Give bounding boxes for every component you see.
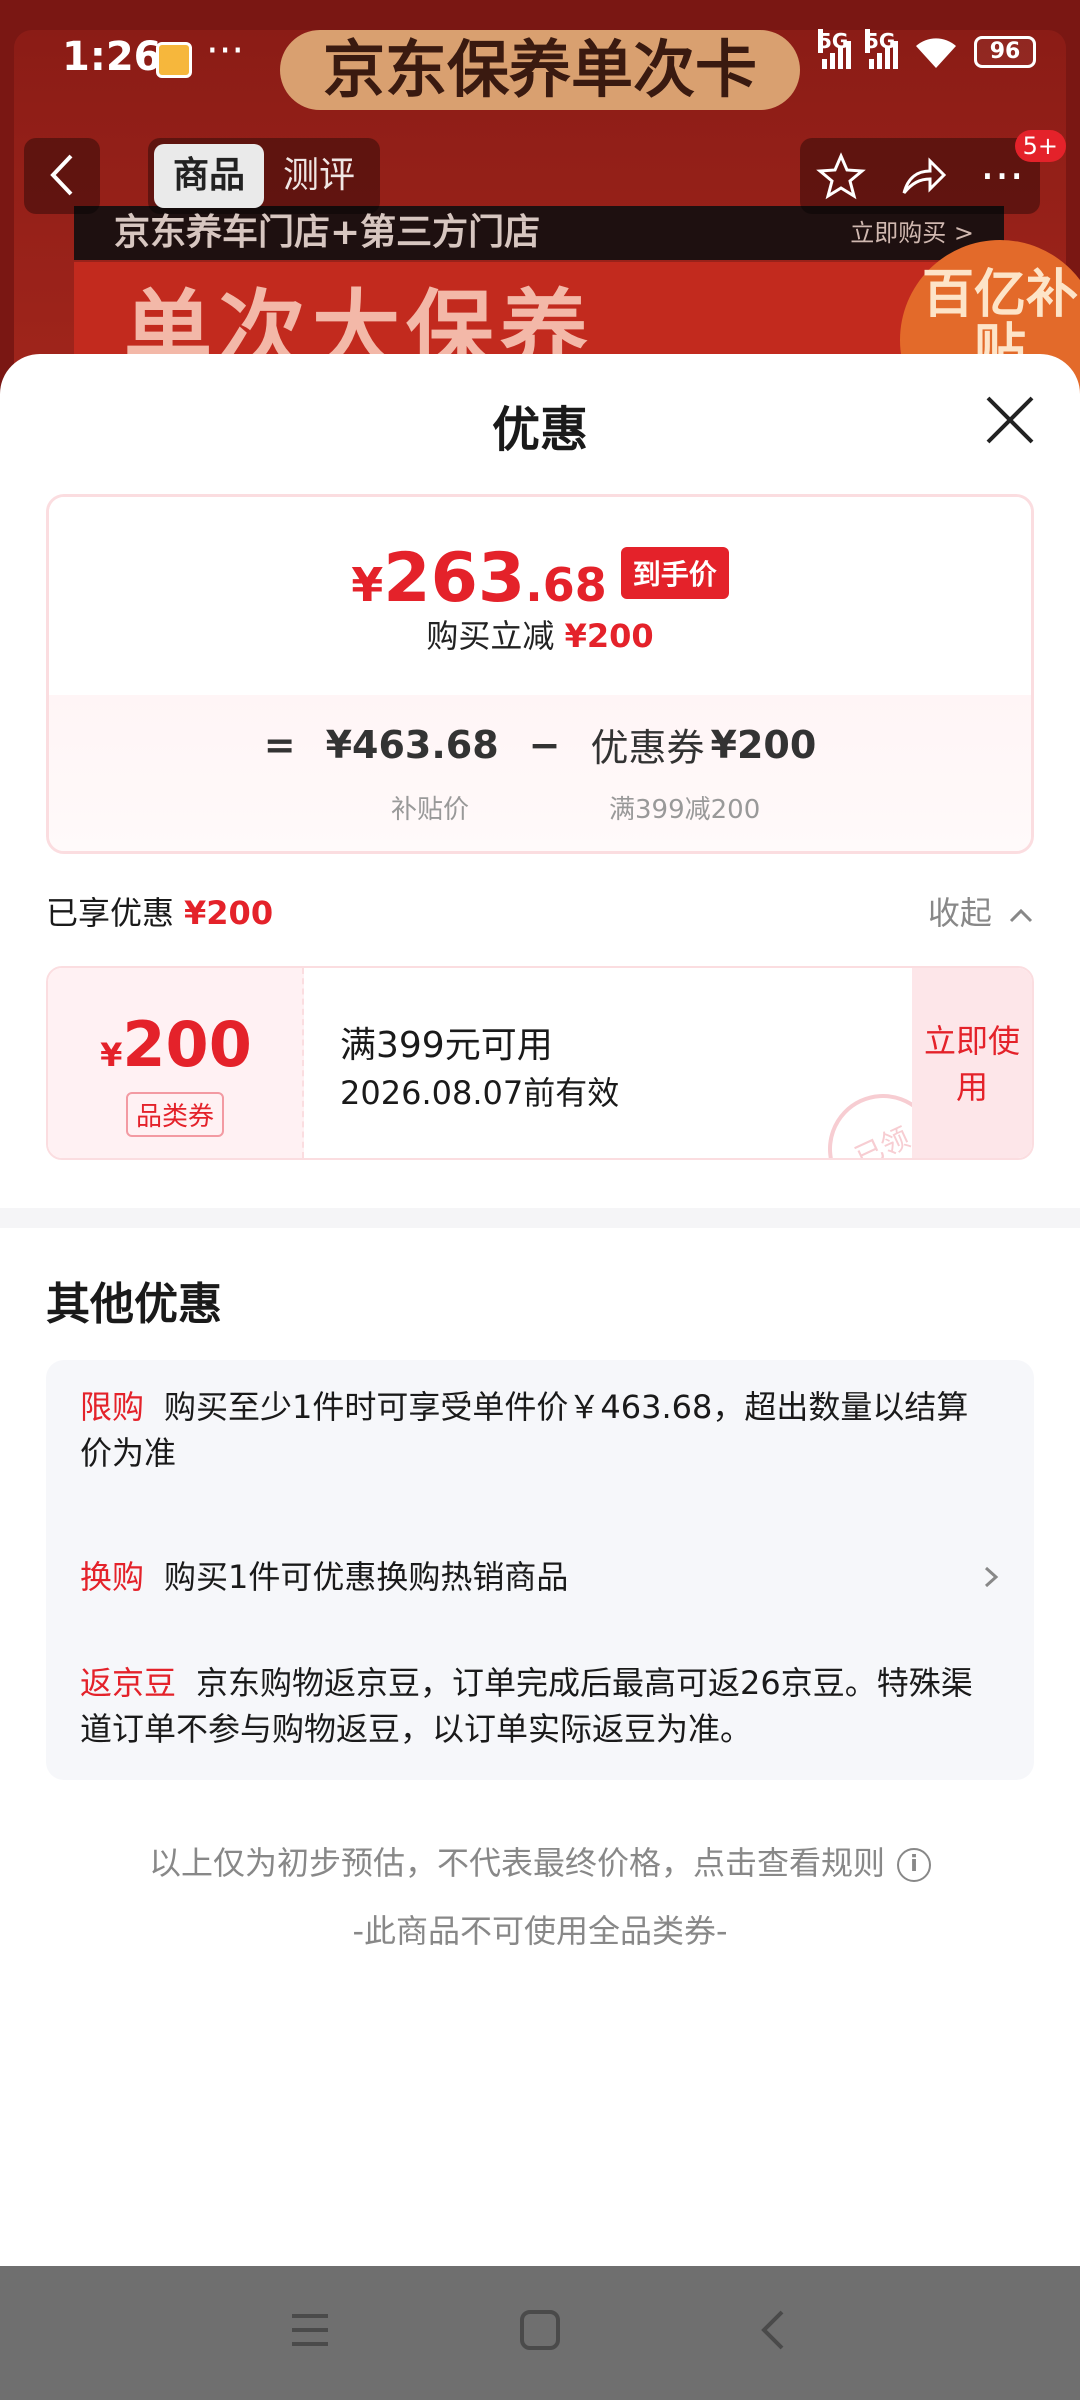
coupon-value: ¥200 [48,1008,304,1081]
product-top-nav: 商品 测评 ··· 5+ [0,130,1080,214]
product-tabs: 商品 测评 [148,138,380,214]
final-price-decimal: .68 [525,558,607,612]
coupon-validity: 2026.08.07前有效 [340,1074,620,1112]
final-price-integer: 263 [383,539,526,618]
signal-icon-2: 5G [865,29,898,69]
system-nav-bar [0,2266,1080,2400]
more-icon[interactable]: ··· [980,149,1024,203]
nav-actions: ··· [800,138,1040,214]
list-item-trade-in[interactable]: 换购 购买1件可优惠换购热销商品 [80,1554,980,1600]
favorite-star-icon[interactable] [816,151,866,201]
purchase-limit-tag: 限购 [80,1388,145,1426]
discount-sheet: 优惠 ¥ 263 .68 到手价 购买立减 ¥200 = ¥463.68 − 优… [0,354,1080,2266]
coupon-value-number: 200 [122,1008,252,1081]
close-icon[interactable] [984,394,1036,446]
trade-in-text: 购买1件可优惠换购热销商品 [164,1558,569,1596]
status-indicators: 5G 5G 96 [818,29,1036,70]
estimate-note-text: 以上仅为初步预估，不代表最终价格，点击查看规则 [148,1844,885,1882]
use-now-button[interactable]: 立即使用 [912,968,1032,1158]
purchase-limit-text: 购买至少1件时可享受单件价￥463.68，超出数量以结算价为准 [80,1388,969,1472]
coupon-currency: ¥ [100,1036,123,1074]
equals-sign: = [263,722,296,767]
menu-icon[interactable] [288,2306,332,2354]
coupon-condition: 满399元可用 [340,1025,553,1066]
reduction-label: 购买立减 [426,617,555,655]
status-bar: 1:26 ··· 5G 5G 96 [0,0,1080,118]
coupon-value-section: ¥200 品类券 [48,968,304,1158]
home-icon[interactable] [518,2306,562,2354]
coupon-label: 优惠券 [590,726,705,770]
sheet-title: 优惠 [491,402,588,458]
chevron-up-icon [1009,908,1033,923]
coupon-restriction-note: -此商品不可使用全品类券- [352,1912,728,1950]
final-price-section: ¥ 263 .68 到手价 购买立减 ¥200 [49,497,1031,695]
status-time: 1:26 [62,34,162,80]
signal-icon: 5G [818,29,851,69]
enjoyed-discount: 已享优惠 ¥200 [46,888,273,934]
jd-beans-text: 京东购物返京豆，订单完成后最高可返26京豆。特殊渠道订单不参与购物返豆，以订单实… [80,1664,973,1748]
coupon-type-badge: 品类券 [126,1092,225,1137]
calculation-row: = ¥463.68 − 优惠券 ¥200 [49,717,1031,772]
subsidy-price: ¥463.68 [325,722,499,767]
notification-app-icon [156,42,192,78]
other-discounts-title: 其他优惠 [46,1279,222,1330]
signal-2-label: 5G [865,29,896,53]
banner-strip: 京东养车门店+第三方门店 立即购买 > [74,206,1004,260]
coupon-amount: ¥200 [710,722,817,767]
more-notifications-icon: ··· [206,28,245,74]
battery-icon: 96 [974,36,1036,68]
instant-reduction: 购买立减 ¥200 [49,611,1031,657]
signal-1-label: 5G [818,29,849,53]
price-calculation: = ¥463.68 − 优惠券 ¥200 补贴价 满399减200 [49,695,1031,851]
estimate-rules-link[interactable]: 以上仅为初步预估，不代表最终价格，点击查看规则 i [0,1838,1080,1884]
wifi-icon [916,38,956,68]
minus-sign: − [528,722,561,767]
info-icon: i [897,1848,931,1882]
back-nav-icon[interactable] [752,2306,796,2354]
final-price-currency: ¥ [351,558,384,612]
final-price-tag: 到手价 [620,546,729,599]
other-discounts-box: 限购 购买至少1件时可享受单件价￥463.68，超出数量以结算价为准 换购 购买1件… [46,1360,1034,1780]
banner-strip-text: 京东养车门店+第三方门店 [114,212,541,253]
back-button[interactable] [24,138,100,214]
coupon-rule: 满399减200 [609,795,761,825]
price-breakdown-card: ¥ 263 .68 到手价 购买立减 ¥200 = ¥463.68 − 优惠券 … [46,494,1034,854]
collapse-toggle[interactable]: 收起 [928,888,1034,934]
section-divider [0,1208,1080,1228]
share-icon[interactable] [898,151,948,201]
list-item-jd-beans: 返京豆 京东购物返京豆，订单完成后最高可返26京豆。特殊渠道订单不参与购物返豆，以… [80,1660,980,1752]
tab-review[interactable]: 测评 [264,144,374,208]
coupon-card: ¥200 品类券 满399元可用 2026.08.07前有效 已领 立即使用 [46,966,1034,1160]
tab-product[interactable]: 商品 [154,144,264,208]
jd-beans-tag: 返京豆 [80,1664,177,1702]
message-count-badge: 5+ [1014,130,1066,162]
subsidy-price-label: 补贴价 [391,795,470,825]
reduction-amount: ¥200 [564,617,654,655]
final-price: ¥ 263 .68 到手价 [49,539,1031,618]
list-item-purchase-limit: 限购 购买至少1件时可享受单件价￥463.68，超出数量以结算价为准 [80,1384,980,1476]
chevron-right-icon[interactable] [982,1554,1002,1600]
chevron-left-icon [50,154,73,196]
collapse-label: 收起 [927,894,992,932]
enjoyed-label: 已享优惠 [46,894,175,932]
trade-in-tag: 换购 [80,1558,145,1596]
enjoyed-amount: ¥200 [184,894,274,932]
